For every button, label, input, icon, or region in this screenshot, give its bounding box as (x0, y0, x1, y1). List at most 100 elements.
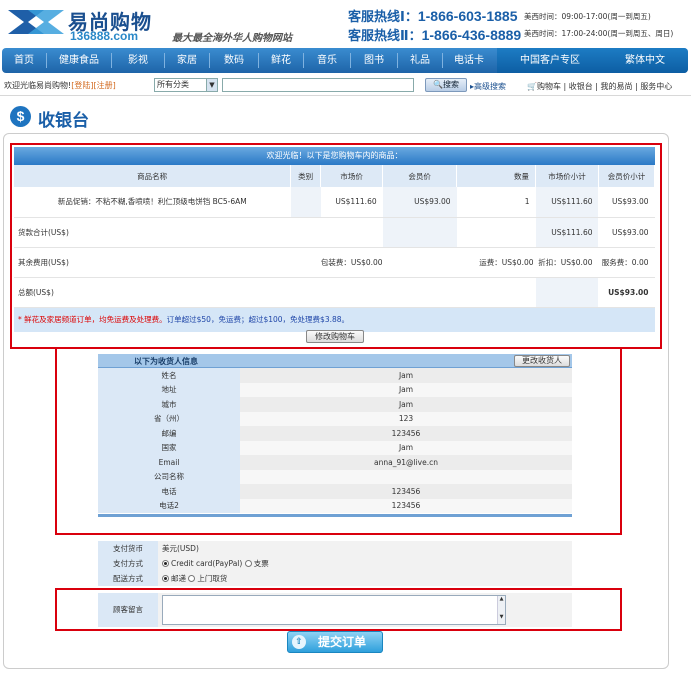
market-subtotal: US$111.60 (535, 187, 599, 218)
cart-icon: 🛒 (527, 82, 537, 91)
field-value: 123456 (240, 498, 572, 513)
consignee-header: 以下为收货人信息 更改收货人 (98, 354, 572, 368)
delivery-method-label: 配送方式 (98, 571, 158, 586)
field-label: 国家 (98, 440, 240, 455)
nav-item-flowers[interactable]: 鲜花 (259, 48, 303, 73)
radio-mail[interactable] (162, 575, 169, 582)
cart-link[interactable]: 购物车 (537, 82, 561, 91)
chevron-down-icon: ▼ (206, 79, 217, 91)
hotline-2: 客服热线Ⅱ：1-866-436-8889 (348, 27, 522, 44)
nav-item-books[interactable]: 图书 (351, 48, 397, 73)
goods-total-label: 货款合计(US$) (14, 217, 321, 248)
nav-item-china-customers[interactable]: 中国客户专区 (505, 48, 595, 73)
shipping-fee: 运费：US$0.00 (456, 247, 536, 278)
radio-paypal[interactable] (162, 560, 169, 567)
field-value: 123 (240, 411, 572, 426)
modify-cart-button[interactable]: 修改购物车 (306, 330, 364, 343)
upload-arrow-icon: ⇧ (292, 635, 306, 649)
grand-total: US$93.00 (598, 277, 655, 308)
my-account-link[interactable]: 我的易尚 (601, 82, 633, 91)
shipping-notice: * 鲜花及家居频道订单，均免运费及处理费。订单超过$50，免运费；超过$100，… (14, 307, 655, 332)
nav-item-health-food[interactable]: 健康食品 (47, 48, 111, 73)
field-value: 123456 (240, 426, 572, 441)
consignee-footer-bar (98, 514, 572, 517)
payment-method-options: Credit card(PayPal) 支票 (158, 556, 572, 571)
other-fees-label: 其余费用(US$) (14, 247, 321, 278)
site-header: 易尚购物 136888.com 最大最全海外华人购物网站 客服热线Ⅰ：1-866… (0, 0, 691, 46)
currency-label: 支付货币 (98, 541, 158, 556)
field-label: 地址 (98, 382, 240, 397)
payment-table: 支付货币 美元(USD) 支付方式 Credit card(PayPal) 支票… (98, 541, 572, 586)
field-value: Jam (240, 440, 572, 455)
customer-message-row: 顾客留言 ▲ ▼ (98, 593, 572, 627)
advanced-search-link[interactable]: ▸高级搜索 (470, 81, 506, 92)
col-header: 类别 (290, 165, 322, 187)
table-row: 省（州） 123 (98, 411, 572, 426)
cart-column-headers: 商品名称 类别 市场价 会员价 数量 市场价小计 会员价小计 (14, 165, 656, 187)
search-button[interactable]: 🔍搜索 (425, 78, 467, 92)
service-fee: 服务费：0.00 (598, 247, 655, 278)
table-row: 支付方式 Credit card(PayPal) 支票 (98, 556, 572, 571)
field-label: 电话2 (98, 498, 240, 513)
submit-order-button[interactable]: ⇧ 提交订单 (287, 631, 383, 653)
member-subtotal: US$93.00 (598, 187, 655, 218)
main-nav: 首页 健康食品 影视 家居 数码 鲜花 音乐 图书 礼品 电话卡 中国客户专区 … (2, 48, 688, 73)
search-bar: 欢迎光临易尚购物![登陆][注册] 所有分类 ▼ 🔍搜索 ▸高级搜索 🛒购物车 … (0, 76, 691, 96)
nav-item-phone-cards[interactable]: 电话卡 (443, 48, 495, 73)
search-icon: 🔍 (433, 80, 443, 89)
discount: 折扣：US$0.00 (535, 247, 599, 278)
checkout-link[interactable]: 收银台 (569, 82, 593, 91)
logo-icon[interactable] (6, 6, 66, 38)
delivery-method-options: 邮递 上门取货 (158, 571, 572, 586)
service-center-link[interactable]: 服务中心 (640, 82, 672, 91)
table-row: 配送方式 邮递 上门取货 (98, 571, 572, 586)
payment-section: 支付货币 美元(USD) 支付方式 Credit card(PayPal) 支票… (98, 541, 572, 586)
category-select[interactable]: 所有分类 ▼ (154, 78, 218, 92)
nav-item-digital[interactable]: 数码 (210, 48, 258, 73)
market-price: US$111.60 (320, 187, 383, 218)
nav-item-music[interactable]: 音乐 (304, 48, 350, 73)
change-consignee-button[interactable]: 更改收货人 (514, 355, 570, 367)
nav-item-home-goods[interactable]: 家居 (165, 48, 209, 73)
radio-check[interactable] (244, 560, 252, 567)
scrollbar[interactable]: ▲ ▼ (497, 596, 505, 624)
field-value: 123456 (240, 484, 572, 499)
quantity: 1 (456, 187, 536, 218)
service-time-1: 美西时间：09:00-17:00(周一到周五) (524, 12, 651, 21)
table-row: 城市 Jam (98, 397, 572, 412)
radio-pickup[interactable] (188, 575, 196, 582)
col-header: 市场价小计 (535, 165, 599, 187)
nav-special-area: 中国客户专区 繁体中文 (497, 48, 688, 73)
field-label: 省（州） (98, 411, 240, 426)
logo-url[interactable]: 136888.com (70, 29, 138, 43)
col-header: 数量 (456, 165, 537, 187)
register-link[interactable]: [注册] (93, 81, 115, 90)
col-header: 会员价小计 (598, 165, 656, 187)
top-links: 🛒购物车 | 收银台 | 我的易尚 | 服务中心 (527, 82, 673, 91)
field-label: 城市 (98, 397, 240, 412)
nav-item-home[interactable]: 首页 (2, 48, 46, 73)
field-label: 姓名 (98, 368, 240, 383)
member-price: US$93.00 (382, 187, 457, 218)
table-row: 电话 123456 (98, 484, 572, 499)
consignee-section: 以下为收货人信息 更改收货人 姓名 Jam 地址 Jam 城市 Jam 省（州） 123… (98, 354, 572, 517)
goods-total-member: US$93.00 (598, 217, 655, 248)
product-name[interactable]: 新品促销：不粘不糊,香喷喷！利仁顶级电饼铛 BC5-6AM (14, 187, 291, 218)
col-header: 商品名称 (14, 165, 292, 187)
dollar-icon: $ (10, 106, 31, 127)
grand-total-row: 总额(US$) US$93.00 (14, 277, 655, 308)
nav-item-video[interactable]: 影视 (112, 48, 164, 73)
nav-item-traditional-chinese[interactable]: 繁体中文 (609, 48, 681, 73)
cart-table: 商品名称 类别 市场价 会员价 数量 市场价小计 会员价小计 新品促销：不粘不糊… (14, 165, 656, 308)
consignee-title: 以下为收货人信息 (134, 357, 198, 366)
login-link[interactable]: [登陆] (71, 81, 93, 90)
hotline-1: 客服热线Ⅰ：1-866-603-1885 (348, 8, 518, 25)
customer-message-textarea[interactable]: ▲ ▼ (162, 595, 506, 625)
table-row: 国家 Jam (98, 440, 572, 455)
table-row: 邮编 123456 (98, 426, 572, 441)
nav-item-gifts[interactable]: 礼品 (398, 48, 442, 73)
table-row: 支付货币 美元(USD) (98, 541, 572, 556)
table-row: 姓名 Jam (98, 368, 572, 383)
search-input[interactable] (222, 78, 414, 92)
goods-total-market: US$111.60 (535, 217, 599, 248)
